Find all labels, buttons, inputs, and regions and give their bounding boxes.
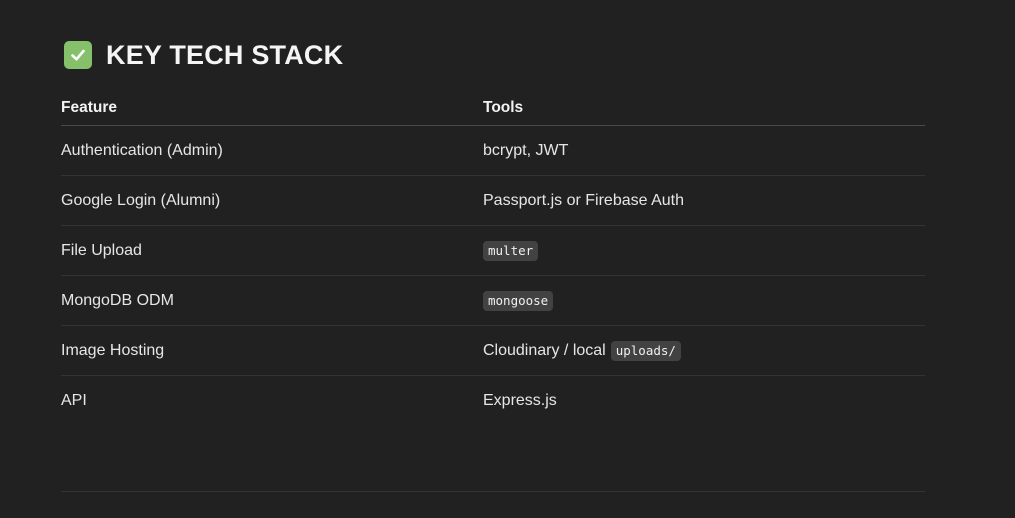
table-row: Google Login (Alumni) Passport.js or Fir… [61, 176, 925, 226]
tools-code: mongoose [483, 290, 554, 311]
section-heading-text: KEY TECH STACK [106, 39, 344, 70]
tools-cell: Passport.js or Firebase Auth [483, 192, 925, 210]
tools-cell: Cloudinary / local uploads/ [483, 340, 925, 361]
document-page: KEY TECH STACK Feature Tools Authenticat… [0, 0, 1015, 518]
tools-cell: mongoose [483, 290, 925, 311]
tools-text: Cloudinary / local [483, 341, 606, 359]
table-row: API Express.js [61, 376, 925, 426]
section-heading: KEY TECH STACK [64, 36, 343, 74]
tools-code: uploads/ [610, 340, 681, 361]
column-header-tools: Tools [483, 98, 524, 116]
feature-cell: File Upload [61, 241, 142, 259]
tools-cell: multer [483, 240, 925, 261]
table-header-row: Feature Tools [61, 90, 925, 126]
table-row: MongoDB ODM mongoose [61, 276, 925, 326]
column-header-feature: Feature [61, 98, 117, 116]
section-divider [61, 491, 925, 492]
table-row: File Upload multer [61, 226, 925, 276]
table-row: Authentication (Admin) bcrypt, JWT [61, 126, 925, 176]
feature-cell: Google Login (Alumni) [61, 191, 221, 209]
feature-cell: API [61, 392, 87, 409]
tools-text: Passport.js or Firebase Auth [483, 191, 684, 209]
feature-cell: Authentication (Admin) [61, 141, 223, 159]
tools-cell: Express.js [483, 392, 925, 410]
check-mark-icon [64, 41, 92, 69]
feature-cell: Image Hosting [61, 341, 165, 359]
tech-stack-table: Feature Tools Authentication (Admin) bcr… [61, 90, 925, 426]
table-row: Image Hosting Cloudinary / local uploads… [61, 326, 925, 376]
feature-cell: MongoDB ODM [61, 291, 174, 309]
tools-cell: bcrypt, JWT [483, 142, 925, 160]
tools-text: bcrypt, JWT [483, 141, 569, 159]
tools-code: multer [483, 240, 539, 261]
tools-text: Express.js [483, 392, 557, 409]
